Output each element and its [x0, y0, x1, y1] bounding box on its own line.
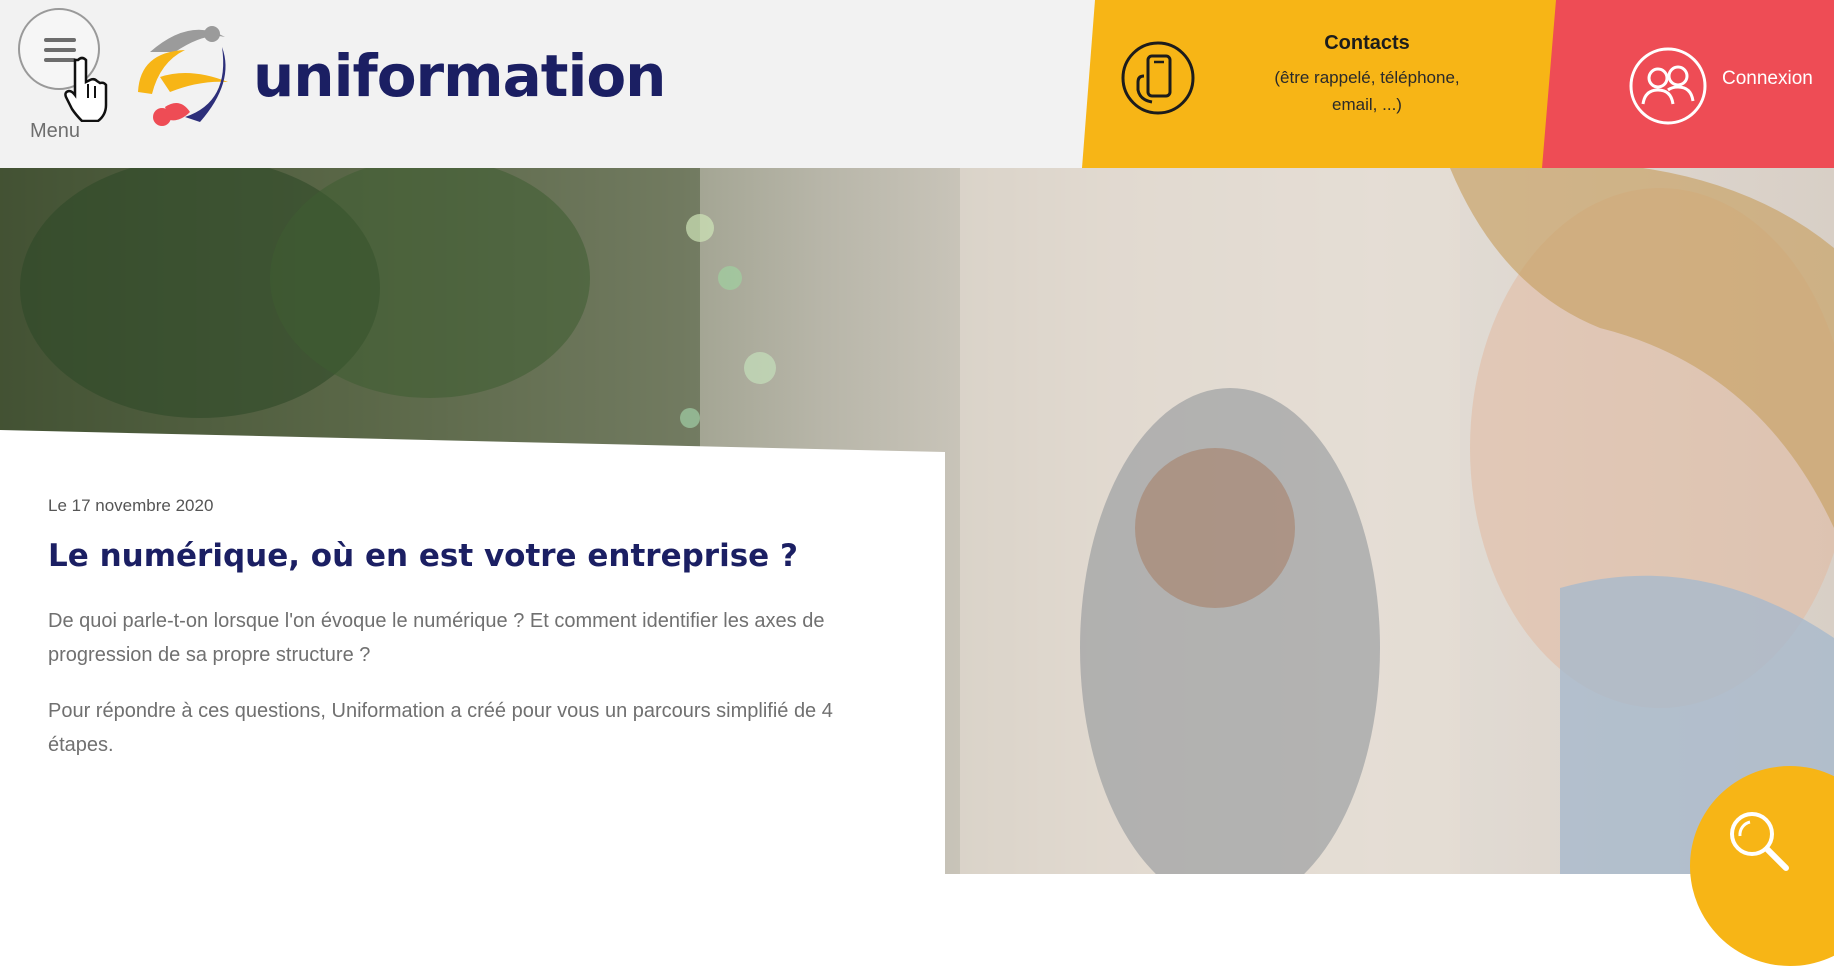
article-title[interactable]: Le numérique, où en est votre entreprise…: [48, 538, 798, 574]
article-date: Le 17 novembre 2020: [48, 496, 214, 515]
users-icon: [1629, 47, 1707, 125]
login-label: Connexion: [1722, 68, 1813, 89]
contacts-subtitle-line1: (être rappelé, téléphone,: [1274, 68, 1460, 87]
contacts-subtitle: (être rappelé, téléphone, email, ...): [1232, 64, 1502, 118]
menu-label[interactable]: Menu: [30, 120, 80, 143]
uniformation-logo[interactable]: [130, 22, 245, 132]
contacts-subtitle-line2: email, ...): [1332, 95, 1402, 114]
article-body: Pour répondre à ces questions, Uniformat…: [48, 700, 833, 756]
contacts-button[interactable]: Contacts (être rappelé, téléphone, email…: [1082, 0, 1562, 168]
site-header: Menu uniformation Contacts (être rappelé…: [0, 0, 1834, 168]
brand-name[interactable]: uniformation: [253, 42, 666, 110]
login-button[interactable]: Connexion: [1542, 0, 1834, 168]
hand-cursor-icon: [64, 56, 108, 122]
search-icon: [1730, 812, 1789, 871]
article-lead: De quoi parle-t-on lorsque l'on évoque l…: [48, 610, 825, 666]
phone-hand-icon: [1121, 41, 1195, 115]
contacts-title: Contacts: [1324, 32, 1410, 54]
